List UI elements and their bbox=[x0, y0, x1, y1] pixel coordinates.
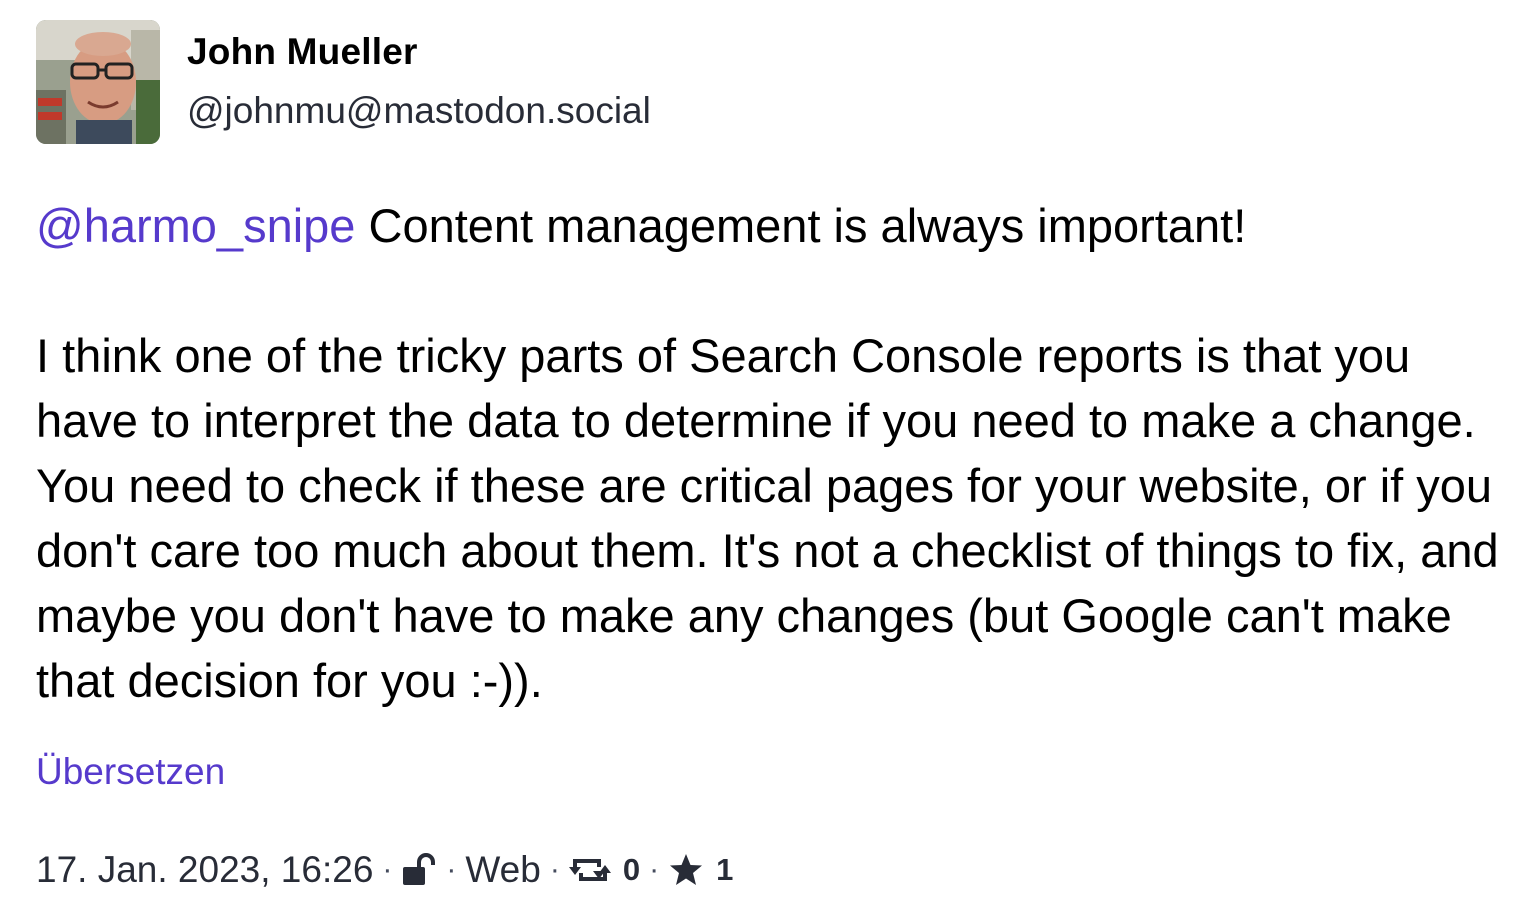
unlocked-icon bbox=[401, 853, 437, 887]
status-first-paragraph: @harmo_snipe Content management is alway… bbox=[36, 193, 1516, 258]
author-handle[interactable]: @johnmu@mastodon.social bbox=[187, 90, 651, 132]
meta-separator: · bbox=[649, 853, 660, 886]
meta-separator: · bbox=[382, 853, 393, 886]
status-first-line: Content management is always important! bbox=[355, 199, 1247, 252]
status-application[interactable]: Web bbox=[465, 849, 540, 891]
status-body-paragraph: I think one of the tricky parts of Searc… bbox=[36, 329, 1499, 707]
boost-icon[interactable] bbox=[568, 855, 611, 885]
favourite-count: 1 bbox=[716, 852, 734, 887]
status-card: John Mueller @johnmu@mastodon.social @ha… bbox=[0, 0, 1540, 921]
avatar[interactable] bbox=[36, 20, 160, 144]
status-meta-bar: 17. Jan. 2023, 16:26 · · Web · 0 · 1 bbox=[36, 845, 733, 895]
mention-link[interactable]: @harmo_snipe bbox=[36, 199, 355, 252]
avatar-image bbox=[36, 20, 160, 144]
meta-separator: · bbox=[446, 853, 457, 886]
translate-button[interactable]: Übersetzen bbox=[36, 750, 225, 794]
status-header: John Mueller @johnmu@mastodon.social bbox=[36, 20, 651, 144]
star-icon[interactable] bbox=[668, 853, 704, 887]
boost-count: 0 bbox=[622, 852, 641, 887]
author-identity[interactable]: John Mueller @johnmu@mastodon.social bbox=[187, 20, 651, 132]
author-display-name[interactable]: John Mueller bbox=[187, 31, 651, 73]
meta-separator: · bbox=[549, 853, 560, 886]
status-content: @harmo_snipe Content management is alway… bbox=[36, 193, 1516, 713]
status-timestamp[interactable]: 17. Jan. 2023, 16:26 bbox=[36, 849, 373, 891]
